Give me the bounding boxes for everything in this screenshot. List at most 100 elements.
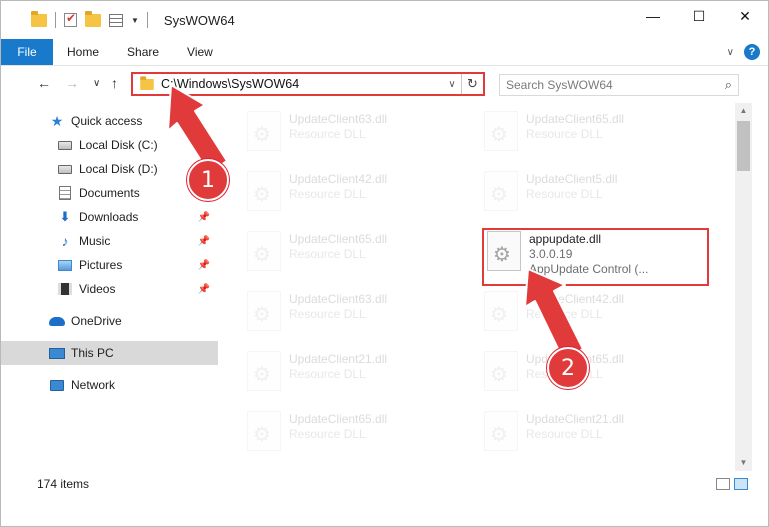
new-folder-icon[interactable] <box>85 10 101 27</box>
file-item[interactable]: UpdateClient21.dllResource DLL <box>247 347 447 399</box>
file-item[interactable]: UpdateClient65.dllResource DLL <box>247 227 447 279</box>
file-item[interactable]: UpdateClient21.dllResource DLL <box>484 407 684 459</box>
folder-icon <box>140 75 154 90</box>
pin-icon[interactable]: 📌 <box>198 236 210 247</box>
customize-toolbar-caret-icon[interactable]: ▼ <box>131 16 139 25</box>
file-name: UpdateClient63.dll <box>289 292 388 306</box>
drive-icon <box>57 138 73 152</box>
videos-icon <box>57 282 73 296</box>
pc-icon <box>49 346 65 360</box>
file-name: UpdateClient63.dll <box>289 112 388 126</box>
sidebar-item-label: This PC <box>71 346 114 360</box>
details-view-icon[interactable] <box>716 478 730 490</box>
sidebar-item-videos[interactable]: Videos 📌 <box>1 277 218 301</box>
star-icon: ★ <box>50 112 64 129</box>
close-button[interactable]: ✕ <box>722 1 768 31</box>
search-icon[interactable]: ⌕ <box>725 77 732 93</box>
sidebar-item-label: Documents <box>79 186 140 200</box>
highlight-box <box>482 228 709 286</box>
properties-check-icon[interactable] <box>64 11 77 27</box>
sidebar-item-local-disk-d[interactable]: Local Disk (D:) <box>1 157 218 181</box>
window-controls: — ☐ ✕ <box>630 1 768 31</box>
drive-icon <box>57 162 73 176</box>
sidebar-item-local-disk-c[interactable]: Local Disk (C:) 📌 <box>1 133 218 157</box>
view-switcher <box>716 478 748 490</box>
sidebar-item-documents[interactable]: Documents <box>1 181 218 205</box>
minimize-button[interactable]: — <box>630 1 676 31</box>
file-name: UpdateClient42.dll <box>289 172 388 186</box>
tab-share[interactable]: Share <box>113 39 173 65</box>
tab-view[interactable]: View <box>173 39 227 65</box>
address-path[interactable]: C:\Windows\SysWOW64 <box>161 77 443 91</box>
file-name: UpdateClient21.dll <box>289 352 388 366</box>
sidebar-item-music[interactable]: ♪ Music 📌 <box>1 229 218 253</box>
dll-file-icon <box>484 411 518 451</box>
file-type: Resource DLL <box>526 187 603 201</box>
file-name: UpdateClient5.dll <box>526 172 618 186</box>
file-item[interactable]: UpdateClient65.dllResource DLL <box>247 407 447 459</box>
pin-icon[interactable]: 📌 <box>198 212 210 223</box>
dll-file-icon <box>247 231 281 271</box>
sidebar-item-this-pc[interactable]: This PC <box>1 341 218 365</box>
item-count: 174 items <box>37 477 90 491</box>
file-item[interactable]: UpdateClient63.dllResource DLL <box>247 107 447 159</box>
up-button[interactable]: ↑ <box>111 75 118 91</box>
sidebar-item-pictures[interactable]: Pictures 📌 <box>1 253 218 277</box>
maximize-button[interactable]: ☐ <box>676 1 722 31</box>
tiles-view-icon[interactable] <box>734 478 748 490</box>
file-item[interactable]: UpdateClient5.dllResource DLL <box>484 167 684 219</box>
navigation-pane: ★ Quick access Local Disk (C:) 📌 Local D… <box>1 103 218 471</box>
ribbon-tabs: File Home Share View ∨ ? <box>1 39 768 66</box>
address-dropdown-icon[interactable]: ∨ <box>443 79 461 90</box>
sidebar-item-label: Local Disk (C:) <box>79 138 158 152</box>
sidebar-item-label: Local Disk (D:) <box>79 162 158 176</box>
sidebar-item-label: OneDrive <box>71 314 122 328</box>
sidebar-item-label: Quick access <box>71 114 143 128</box>
expand-ribbon-chevron-icon[interactable]: ∨ <box>727 47 734 58</box>
file-name: UpdateClient65.dll <box>526 112 625 126</box>
pin-icon[interactable]: 📌 <box>198 140 210 151</box>
help-icon[interactable]: ? <box>744 44 760 60</box>
forward-button[interactable]: → <box>65 75 79 91</box>
scroll-up-icon[interactable]: ▲ <box>735 103 752 119</box>
dll-file-icon <box>484 111 518 151</box>
file-type: Resource DLL <box>526 127 603 141</box>
dll-file-icon <box>247 291 281 331</box>
tab-file[interactable]: File <box>1 39 53 65</box>
sidebar-item-network[interactable]: Network <box>1 373 218 397</box>
back-button[interactable]: ← <box>37 75 51 91</box>
sidebar-item-downloads[interactable]: ⬇ Downloads 📌 <box>1 205 218 229</box>
search-box[interactable]: ⌕ <box>499 74 739 96</box>
file-type: Resource DLL <box>289 127 366 141</box>
tab-home[interactable]: Home <box>53 39 113 65</box>
file-item[interactable]: UpdateClient42.dllResource DLL <box>247 167 447 219</box>
vertical-scrollbar[interactable]: ▲ ▼ <box>735 103 752 471</box>
file-type: Resource DLL <box>289 427 366 441</box>
file-type: Resource DLL <box>526 307 603 321</box>
pictures-icon <box>57 258 73 272</box>
title-bar: ▼ SysWOW64 — ☐ ✕ <box>1 1 768 39</box>
sidebar-item-onedrive[interactable]: OneDrive <box>1 309 218 333</box>
file-name: UpdateClient65.dll <box>289 412 388 426</box>
sidebar-item-label: Network <box>71 378 116 392</box>
file-type: Resource DLL <box>289 367 366 381</box>
file-type: Resource DLL <box>526 427 603 441</box>
scroll-down-icon[interactable]: ▼ <box>735 455 752 471</box>
file-name: UpdateClient42.dll <box>526 292 625 306</box>
file-item[interactable]: UpdateClient65.dllResource DLL <box>484 107 684 159</box>
pin-icon[interactable]: 📌 <box>198 284 210 295</box>
file-type: Resource DLL <box>289 307 366 321</box>
properties-icon[interactable] <box>109 13 123 27</box>
pin-icon[interactable]: 📌 <box>198 260 210 271</box>
file-type: Resource DLL <box>289 247 366 261</box>
scrollbar-thumb[interactable] <box>737 121 750 171</box>
file-item[interactable]: UpdateClient63.dllResource DLL <box>247 287 447 339</box>
address-bar[interactable]: C:\Windows\SysWOW64 ∨ ↻ <box>131 72 485 96</box>
sidebar-item-quick-access[interactable]: ★ Quick access <box>1 109 218 133</box>
refresh-button[interactable]: ↻ <box>461 74 483 94</box>
recent-locations-button[interactable]: ∨ <box>93 78 100 89</box>
file-item[interactable]: UpdateClient42.dllResource DLL <box>484 287 684 339</box>
status-bar: 174 items <box>1 473 768 495</box>
file-type: Resource DLL <box>289 187 366 201</box>
search-input[interactable] <box>506 78 725 92</box>
